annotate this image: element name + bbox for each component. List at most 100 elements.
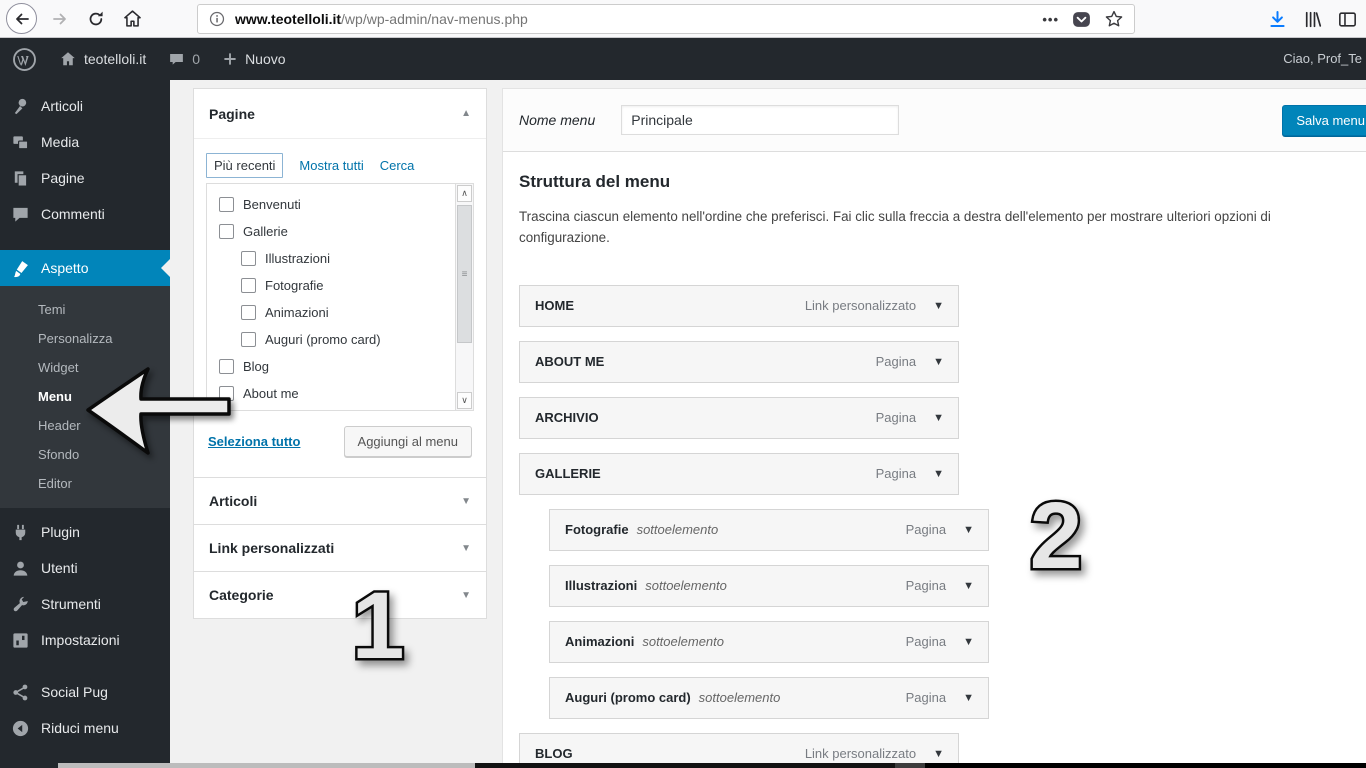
add-to-menu-button[interactable]: Aggiungi al menu bbox=[343, 426, 472, 457]
url-bar[interactable]: www.teotelloli.it/wp/wp-admin/nav-menus.… bbox=[197, 4, 1135, 34]
page-actions-icon[interactable]: ••• bbox=[1042, 12, 1059, 27]
page-checkbox-row: Benvenuti bbox=[207, 191, 473, 218]
menu-structure-item[interactable]: Auguri (promo card) sottoelemento Pagina ▼ bbox=[549, 676, 989, 719]
comments-count: 0 bbox=[192, 51, 201, 67]
submenu-item-temi[interactable]: Temi bbox=[0, 295, 170, 324]
submenu-item-editor[interactable]: Editor bbox=[0, 469, 170, 498]
sidebar-item-label: Utenti bbox=[41, 560, 78, 576]
wp-logo-button[interactable] bbox=[12, 47, 37, 72]
sidebar-toggle-icon[interactable] bbox=[1337, 9, 1358, 30]
admin-bar-new-button[interactable]: Nuovo bbox=[222, 51, 286, 67]
checkbox[interactable] bbox=[241, 332, 256, 347]
submenu-item-widget[interactable]: Widget bbox=[0, 353, 170, 382]
pages-checklist: Benvenuti Gallerie Illustrazioni Fotografie… bbox=[206, 183, 474, 411]
sidebar-item-label: Strumenti bbox=[41, 596, 101, 612]
save-menu-button[interactable]: Salva menu bbox=[1282, 105, 1366, 136]
back-button[interactable] bbox=[6, 3, 37, 34]
sidebar-item-impostazioni[interactable]: Impostazioni bbox=[0, 622, 170, 658]
item-expand-triangle-icon[interactable]: ▼ bbox=[933, 356, 944, 368]
checkbox[interactable] bbox=[241, 251, 256, 266]
page-checkbox-row: Fotografie bbox=[207, 272, 473, 299]
item-expand-triangle-icon[interactable]: ▼ bbox=[933, 412, 944, 424]
expand-triangle-icon[interactable]: ▼ bbox=[461, 590, 471, 601]
item-expand-triangle-icon[interactable]: ▼ bbox=[933, 300, 944, 312]
screen: www.teotelloli.it/wp/wp-admin/nav-menus.… bbox=[0, 0, 1366, 768]
admin-bar-greeting[interactable]: Ciao, Prof_Te bbox=[1283, 38, 1362, 80]
sidebar-item-riduci-menu[interactable]: Riduci menu bbox=[0, 710, 170, 746]
site-info-icon[interactable] bbox=[208, 10, 226, 28]
scroll-up-icon[interactable]: ∧ bbox=[457, 185, 472, 202]
menu-structure-item[interactable]: ARCHIVIO Pagina ▼ bbox=[519, 396, 959, 439]
submenu-item-sfondo[interactable]: Sfondo bbox=[0, 440, 170, 469]
sidebar-item-strumenti[interactable]: Strumenti bbox=[0, 586, 170, 622]
sidebar-item-aspetto[interactable]: Aspetto bbox=[0, 250, 170, 286]
menu-item-type: Pagina bbox=[905, 522, 947, 538]
admin-bar-site-link[interactable]: teotelloli.it bbox=[59, 50, 146, 68]
submenu-item-menu[interactable]: Menu bbox=[0, 382, 170, 411]
sidebar-item-label: Aspetto bbox=[41, 260, 89, 276]
menu-structure-item[interactable]: Animazioni sottoelemento Pagina ▼ bbox=[549, 620, 989, 663]
menu-structure-item[interactable]: HOME Link personalizzato ▼ bbox=[519, 284, 959, 327]
sidebar-item-label: Media bbox=[41, 134, 80, 150]
sidebar-item-utenti[interactable]: Utenti bbox=[0, 550, 170, 586]
checkbox[interactable] bbox=[219, 224, 234, 239]
sidebar-item-pagine[interactable]: Pagine bbox=[0, 160, 170, 196]
page-item-label: Illustrazioni bbox=[265, 251, 331, 266]
admin-bar-comments[interactable]: 0 bbox=[168, 51, 200, 68]
menu-structure-item[interactable]: ABOUT ME Pagina ▼ bbox=[519, 340, 959, 383]
checkbox[interactable] bbox=[219, 359, 234, 374]
pocket-icon[interactable] bbox=[1071, 9, 1092, 30]
browser-home-button[interactable] bbox=[119, 6, 145, 32]
expand-triangle-icon[interactable]: ▼ bbox=[461, 543, 471, 554]
scroll-down-icon[interactable]: ∨ bbox=[457, 392, 472, 409]
menu-structure-item[interactable]: Illustrazioni sottoelemento Pagina ▼ bbox=[549, 564, 989, 607]
item-expand-triangle-icon[interactable]: ▼ bbox=[963, 692, 974, 704]
submenu-item-personalizza[interactable]: Personalizza bbox=[0, 324, 170, 353]
checkbox[interactable] bbox=[219, 386, 234, 401]
accordion-categorie[interactable]: Categorie ▼ bbox=[193, 572, 487, 619]
sidebar-item-label: Pagine bbox=[41, 170, 85, 186]
item-expand-triangle-icon[interactable]: ▼ bbox=[963, 524, 974, 536]
sidebar-item-articoli[interactable]: Articoli bbox=[0, 88, 170, 124]
accordion-link-personalizzati[interactable]: Link personalizzati ▼ bbox=[193, 525, 487, 572]
sidebar-item-commenti[interactable]: Commenti bbox=[0, 196, 170, 232]
expand-triangle-icon[interactable]: ▼ bbox=[461, 496, 471, 507]
menu-structure-item[interactable]: GALLERIE Pagina ▼ bbox=[519, 452, 959, 495]
forward-button[interactable] bbox=[47, 6, 73, 32]
item-expand-triangle-icon[interactable]: ▼ bbox=[933, 748, 944, 760]
pages-tab-più-recenti[interactable]: Più recenti bbox=[206, 153, 284, 178]
select-all-link[interactable]: Seleziona tutto bbox=[208, 434, 300, 449]
sidebar-item-social-pug[interactable]: Social Pug bbox=[0, 674, 170, 710]
menu-structure-item[interactable]: Fotografie sottoelemento Pagina ▼ bbox=[549, 508, 989, 551]
accordion-label: Categorie bbox=[209, 587, 274, 603]
item-expand-triangle-icon[interactable]: ▼ bbox=[933, 468, 944, 480]
checkbox[interactable] bbox=[241, 305, 256, 320]
reload-button[interactable] bbox=[83, 6, 109, 32]
scrollbar-thumb[interactable]: ≡ bbox=[457, 205, 472, 343]
collapse-triangle-icon[interactable]: ▲ bbox=[461, 108, 471, 119]
forward-arrow-icon bbox=[53, 13, 66, 24]
item-expand-triangle-icon[interactable]: ▼ bbox=[963, 580, 974, 592]
pages-panel-header[interactable]: Pagine ▲ bbox=[194, 89, 486, 139]
url-domain: www.teotelloli.it bbox=[235, 11, 342, 27]
sidebar-item-media[interactable]: Media bbox=[0, 124, 170, 160]
submenu-item-header[interactable]: Header bbox=[0, 411, 170, 440]
pages-tab-cerca[interactable]: Cerca bbox=[380, 158, 415, 173]
library-icon[interactable] bbox=[1302, 9, 1323, 30]
checkbox[interactable] bbox=[241, 278, 256, 293]
bookmark-star-icon[interactable] bbox=[1104, 9, 1124, 29]
new-label: Nuovo bbox=[245, 51, 286, 67]
accordion-list: Articoli ▼ Link personalizzati ▼ Categorie ▼ bbox=[193, 478, 487, 619]
collapse-icon bbox=[12, 720, 29, 736]
accordion-articoli[interactable]: Articoli ▼ bbox=[193, 478, 487, 525]
pages-scrollbar[interactable]: ∧ ≡ ∨ bbox=[455, 184, 473, 410]
page-item-label: Animazioni bbox=[265, 305, 329, 320]
checkbox[interactable] bbox=[219, 197, 234, 212]
wp-admin-bar: teotelloli.it 0 Nuovo Ciao, Prof_Te bbox=[0, 38, 1366, 80]
sidebar-item-plugin[interactable]: Plugin bbox=[0, 514, 170, 550]
pages-tab-mostra-tutti[interactable]: Mostra tutti bbox=[299, 158, 363, 173]
item-expand-triangle-icon[interactable]: ▼ bbox=[963, 636, 974, 648]
menu-item-type: Link personalizzato bbox=[804, 746, 917, 762]
menu-name-input[interactable] bbox=[621, 105, 900, 135]
downloads-icon[interactable] bbox=[1267, 9, 1288, 30]
